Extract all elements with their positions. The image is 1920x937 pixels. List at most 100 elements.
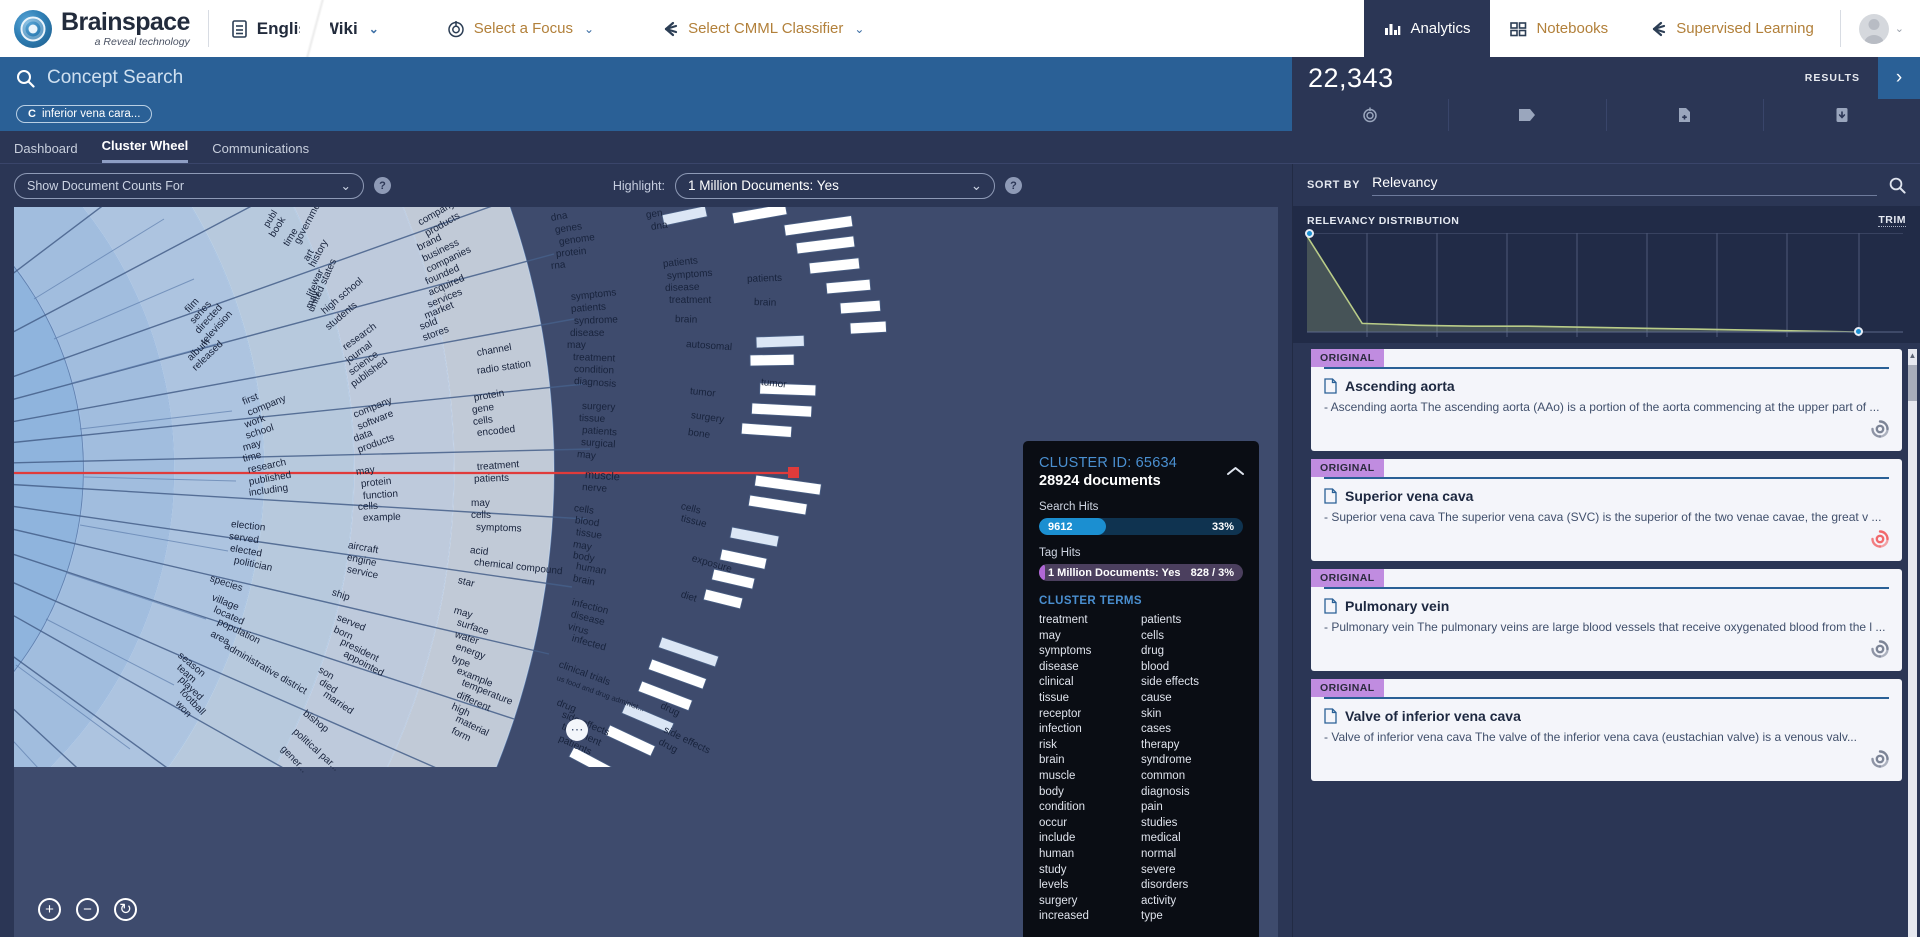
wheel-cluster-label[interactable]: surgical xyxy=(581,437,616,450)
cluster-wheel-icon[interactable] xyxy=(1871,750,1889,771)
cluster-term[interactable]: risk xyxy=(1039,738,1141,754)
focus-selector[interactable]: Select a Focus ⌄ xyxy=(425,0,616,57)
wheel-cluster-label[interactable]: muscle xyxy=(585,469,621,483)
download-document-icon[interactable] xyxy=(1764,99,1920,131)
cluster-term[interactable]: body xyxy=(1039,785,1141,801)
wheel-cluster-label[interactable]: exposure xyxy=(690,553,733,575)
wheel-cluster-label[interactable]: cells xyxy=(471,510,491,521)
expand-results-button[interactable]: › xyxy=(1878,57,1920,99)
cluster-term[interactable]: type xyxy=(1141,909,1243,925)
cluster-term[interactable]: clinical xyxy=(1039,675,1141,691)
highlight-select[interactable]: 1 Million Documents: Yes ⌄ xyxy=(675,172,995,199)
cluster-term[interactable]: normal xyxy=(1141,847,1243,863)
document-title[interactable]: Ascending aorta xyxy=(1345,378,1455,394)
wheel-cluster-label[interactable]: symptoms xyxy=(667,268,713,282)
scrollbar-thumb[interactable] xyxy=(1908,365,1917,401)
cluster-term[interactable]: syndrome xyxy=(1141,753,1243,769)
cluster-term[interactable]: tissue xyxy=(1039,691,1141,707)
wheel-cluster-label[interactable]: politician xyxy=(233,555,273,574)
document-card[interactable]: ORIGINAL Superior vena cava - Superior ven… xyxy=(1311,459,1902,561)
cluster-term[interactable]: side effects xyxy=(1141,675,1243,691)
scroll-up-arrow[interactable]: ▲ xyxy=(1908,349,1917,362)
cluster-term[interactable]: occur xyxy=(1039,816,1141,832)
concept-icon[interactable] xyxy=(1292,99,1450,131)
cluster-wheel-icon[interactable] xyxy=(1871,530,1889,551)
document-card[interactable]: ORIGINAL Ascending aorta - Ascending aorta… xyxy=(1311,349,1902,451)
cluster-term[interactable]: brain xyxy=(1039,753,1141,769)
search-icon[interactable] xyxy=(1889,177,1906,194)
cluster-term[interactable]: symptoms xyxy=(1039,644,1141,660)
wheel-cluster-label[interactable]: treatment xyxy=(477,459,520,473)
wheel-cluster-label[interactable]: brain xyxy=(754,297,777,309)
chevron-up-icon[interactable] xyxy=(1226,465,1245,480)
tag-icon[interactable] xyxy=(1449,99,1607,131)
wheel-cluster-label[interactable]: tissue xyxy=(680,513,708,530)
wheel-cluster-label[interactable]: chemical compound xyxy=(473,557,563,577)
cluster-term[interactable]: drug xyxy=(1141,644,1243,660)
cluster-term[interactable]: therapy xyxy=(1141,738,1243,754)
wheel-cluster-label[interactable]: nerve xyxy=(582,482,608,495)
cluster-term[interactable]: studies xyxy=(1141,816,1243,832)
wheel-cluster-label[interactable]: gen xyxy=(645,208,663,221)
sort-by-value[interactable]: Relevancy xyxy=(1372,174,1877,196)
brainspace-logo[interactable]: Brainspace a Reveal technology xyxy=(0,0,208,57)
wheel-cluster-label[interactable]: species xyxy=(208,573,244,594)
nav-analytics[interactable]: Analytics xyxy=(1364,0,1491,57)
wheel-cluster-label[interactable]: diagnosis xyxy=(574,376,617,390)
search-chip[interactable]: C inferior vena cara... xyxy=(16,105,153,123)
cluster-term[interactable]: cause xyxy=(1141,691,1243,707)
wheel-cluster-label[interactable]: bone xyxy=(687,427,711,441)
cluster-term[interactable]: medical xyxy=(1141,831,1243,847)
cluster-term[interactable]: surgery xyxy=(1039,894,1141,910)
wheel-cluster-label[interactable]: protein xyxy=(555,246,587,260)
cluster-term[interactable]: muscle xyxy=(1039,769,1141,785)
tab-dashboard[interactable]: Dashboard xyxy=(14,141,78,163)
wheel-cluster-label[interactable]: treatment xyxy=(573,352,616,364)
cluster-term[interactable]: skin xyxy=(1141,707,1243,723)
cluster-wheel-icon[interactable] xyxy=(1871,640,1889,661)
document-counts-select[interactable]: Show Document Counts For ⌄ xyxy=(14,172,364,199)
tab-cluster-wheel[interactable]: Cluster Wheel xyxy=(101,138,189,163)
wheel-cluster-label[interactable]: surgery xyxy=(690,410,725,426)
cluster-wheel-icon[interactable] xyxy=(1871,420,1889,441)
wheel-cluster-label[interactable]: gener... xyxy=(278,744,309,776)
wheel-cluster-label[interactable]: diet xyxy=(679,589,698,604)
wheel-cluster-label[interactable]: patients xyxy=(571,302,607,315)
add-document-icon[interactable] xyxy=(1607,99,1764,131)
wheel-cluster-label[interactable]: tumor xyxy=(689,386,716,400)
distribution-handle-left[interactable] xyxy=(1305,229,1314,238)
wheel-cluster-label[interactable]: tumor xyxy=(760,377,787,391)
wheel-cluster-label[interactable]: administrative district xyxy=(222,641,308,697)
document-title[interactable]: Pulmonary vein xyxy=(1345,598,1449,614)
trim-button[interactable]: TRIM xyxy=(1878,214,1906,227)
wheel-cluster-label[interactable]: function xyxy=(363,489,399,502)
cmml-classifier-selector[interactable]: Select CMML Classifier ⌄ xyxy=(638,0,886,57)
highlight-help-button[interactable]: ? xyxy=(1005,177,1022,194)
cluster-term[interactable]: treatment xyxy=(1039,613,1141,629)
document-card[interactable]: ORIGINAL Pulmonary vein - Pulmonary vein T… xyxy=(1311,569,1902,671)
wheel-cluster-label[interactable]: may xyxy=(576,449,596,462)
wheel-cluster-label[interactable]: tissue xyxy=(579,413,605,425)
wheel-cluster-label[interactable]: married xyxy=(321,689,355,717)
wheel-cluster-label[interactable]: condition xyxy=(574,364,614,376)
wheel-cluster-label[interactable]: protein xyxy=(360,476,392,490)
wheel-cluster-label[interactable]: star xyxy=(457,575,476,590)
wheel-cluster-label[interactable]: patients xyxy=(747,273,782,285)
cluster-term[interactable]: cells xyxy=(1141,629,1243,645)
wheel-cluster-label[interactable]: patients xyxy=(474,473,509,485)
wheel-cluster-label[interactable]: dna xyxy=(550,210,568,224)
wheel-cluster-label[interactable]: symptoms xyxy=(570,287,616,303)
cluster-term[interactable]: common xyxy=(1141,769,1243,785)
cluster-wheel-canvas[interactable]: publ book time government art history war life m… xyxy=(14,207,1278,937)
cluster-term[interactable]: pain xyxy=(1141,800,1243,816)
document-card[interactable]: ORIGINAL Valve of inferior vena cava - Val… xyxy=(1311,679,1902,781)
wheel-cluster-label[interactable]: infected xyxy=(570,633,607,653)
zoom-in-button[interactable]: + xyxy=(38,898,61,921)
document-results-list[interactable]: ORIGINAL Ascending aorta - Ascending aorta… xyxy=(1293,343,1920,937)
cluster-term[interactable]: blood xyxy=(1141,660,1243,676)
wheel-cluster-label[interactable]: disease xyxy=(665,282,700,294)
wheel-cluster-label[interactable]: symptoms xyxy=(476,522,522,535)
wheel-cluster-label[interactable]: may xyxy=(355,464,375,478)
search-input[interactable] xyxy=(47,67,747,89)
wheel-cluster-label[interactable]: disease xyxy=(570,328,604,339)
